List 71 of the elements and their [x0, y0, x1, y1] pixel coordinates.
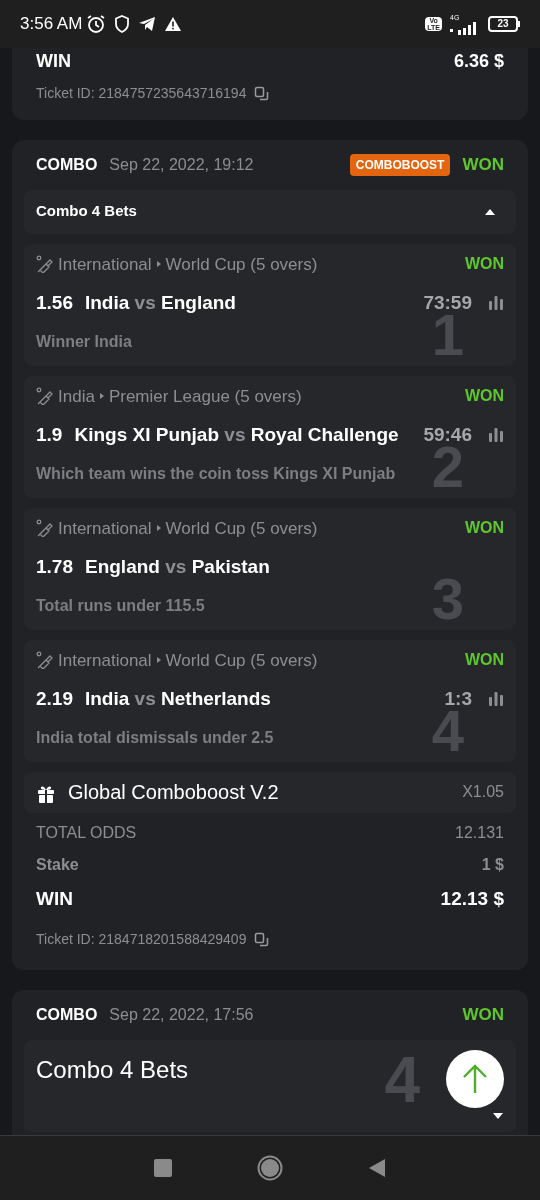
clock: 3:56 AM: [20, 13, 83, 36]
back-icon[interactable]: [367, 1158, 386, 1178]
match-title: India vs England: [85, 291, 236, 315]
leg-status: WON: [464, 254, 504, 275]
league-path: International: [58, 517, 152, 540]
chevron-icon: [98, 392, 105, 401]
bets-group-header[interactable]: Combo 4 Bets: [24, 189, 516, 234]
odds-value: 2.19: [36, 687, 73, 711]
chevron-icon: [155, 656, 162, 665]
cricket-icon: [36, 651, 54, 670]
league-path: International: [58, 649, 152, 672]
market-text: Total runs under 115.5: [36, 595, 205, 616]
total-value: 12.131: [455, 822, 504, 843]
league-path: International: [58, 253, 152, 276]
market-text: Which team wins the coin toss Kings XI Punjab: [36, 463, 396, 484]
send-icon: [138, 16, 157, 32]
total-label: TOTAL ODDS: [36, 822, 137, 843]
leg-status: WON: [464, 518, 504, 539]
comboboost-badge: COMBOBOOST: [349, 153, 451, 176]
market-text: India total dismissals under 2.5: [36, 727, 274, 748]
ticket-id: Ticket ID: 2184718201588429409: [36, 930, 247, 949]
cricket-icon: [36, 387, 54, 406]
alarm-icon: [86, 14, 107, 34]
boost-multiplier: X1.05: [462, 781, 504, 802]
warning-icon: [164, 16, 183, 32]
copy-icon[interactable]: [254, 85, 271, 102]
league-name: World Cup (5 overs): [165, 517, 318, 540]
league-name: World Cup (5 overs): [165, 649, 318, 672]
chevron-icon: [155, 524, 162, 533]
win-label: WIN: [36, 50, 71, 73]
odds-value: 1.56: [36, 291, 73, 315]
chevron-icon: [155, 260, 162, 269]
match-title: India vs Netherlands: [85, 687, 271, 711]
leg-status: WON: [464, 386, 504, 407]
market-text: Winner India: [36, 331, 132, 352]
stats-icon[interactable]: [488, 428, 504, 443]
total-value: 1 $: [481, 854, 504, 875]
boost-name: Global Comboboost V.2: [68, 779, 279, 805]
match-title: Kings XI Punjab vs Royal Challenge: [74, 423, 399, 447]
bet-date: Sep 22, 2022, 17:56: [109, 1004, 254, 1025]
total-label: WIN: [36, 886, 73, 911]
match-title: England vs Pakistan: [85, 555, 270, 579]
league-name: World Cup (5 overs): [165, 253, 318, 276]
total-value: 12.13 $: [440, 886, 504, 911]
shield-icon: [114, 15, 131, 33]
arrow-up-icon: [462, 1064, 488, 1094]
odds-value: 1.78: [36, 555, 73, 579]
league-path: India: [58, 385, 95, 408]
bet-status: WON: [462, 154, 504, 176]
group-title: Combo 4 Bets: [36, 1054, 189, 1085]
caret-icon[interactable]: [492, 1111, 504, 1120]
win-amount: 6.36 $: [453, 50, 504, 73]
ticket-id: Ticket ID: 2184757235643716194: [36, 84, 247, 103]
caret-icon[interactable]: [484, 207, 496, 216]
copy-icon[interactable]: [254, 931, 271, 948]
bet-type: COMBO: [36, 1004, 98, 1025]
league-name: Premier League (5 overs): [108, 385, 302, 408]
recents-icon[interactable]: [154, 1159, 173, 1177]
odds-value: 1.9: [36, 423, 63, 447]
total-label: Stake: [36, 854, 79, 875]
bet-type: COMBO: [36, 154, 98, 175]
bet-status: WON: [462, 1004, 504, 1026]
stats-icon[interactable]: [488, 296, 504, 311]
cricket-icon: [36, 255, 54, 274]
battery-level: 23: [497, 19, 509, 29]
group-title: Combo 4 Bets: [36, 201, 137, 222]
leg-status: WON: [464, 650, 504, 671]
bet-date: Sep 22, 2022, 19:12: [109, 154, 254, 175]
stats-icon[interactable]: [488, 692, 504, 707]
home-icon[interactable]: [257, 1155, 283, 1181]
cricket-icon: [36, 519, 54, 538]
